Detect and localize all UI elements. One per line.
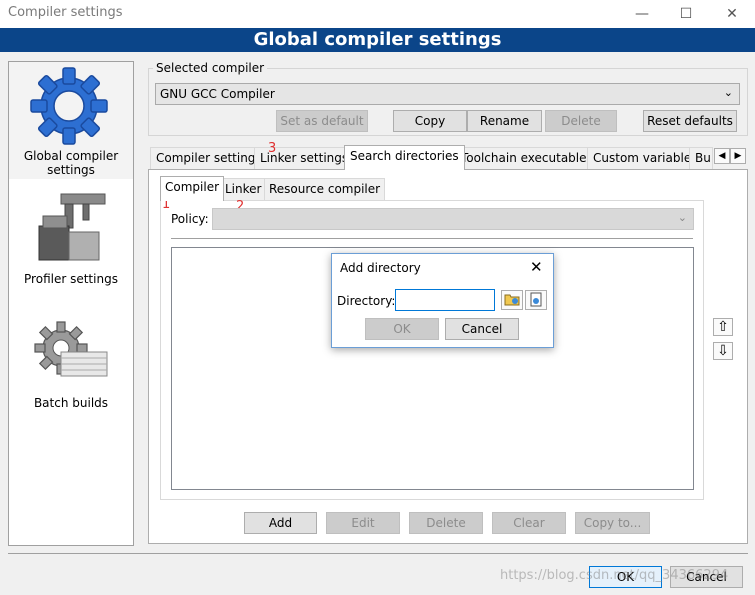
rename-button[interactable]: Rename bbox=[467, 110, 542, 132]
edit-button[interactable]: Edit bbox=[326, 512, 400, 534]
browse-folder-icon[interactable] bbox=[501, 290, 523, 310]
delete-button[interactable]: Delete bbox=[545, 110, 617, 132]
tab-search-directories[interactable]: Search directories bbox=[344, 145, 465, 170]
browse-file-icon[interactable] bbox=[525, 290, 547, 310]
sidebar-item-label: Batch builds bbox=[33, 396, 109, 410]
profiler-icon bbox=[38, 193, 106, 261]
delete-dir-button[interactable]: Delete bbox=[409, 512, 483, 534]
set-as-default-button[interactable]: Set as default bbox=[276, 110, 368, 132]
copy-to-button[interactable]: Copy to... bbox=[575, 512, 650, 534]
annotation-3: 3 bbox=[268, 141, 277, 156]
divider bbox=[171, 238, 693, 239]
move-up-icon[interactable]: ⇧ bbox=[713, 318, 733, 336]
chevron-down-icon: ⌄ bbox=[677, 211, 687, 224]
settings-nav: Global compiler settings Profiler settin… bbox=[8, 61, 134, 546]
dialog-cancel-button[interactable]: Cancel bbox=[445, 318, 519, 340]
tab-scroll-right-icon[interactable]: ▶ bbox=[730, 148, 746, 164]
policy-label: Policy: bbox=[171, 212, 209, 226]
reset-defaults-button[interactable]: Reset defaults bbox=[643, 110, 737, 132]
close-icon[interactable]: ✕ bbox=[718, 4, 746, 24]
tab-build-options[interactable]: Bui bbox=[689, 147, 713, 169]
add-button[interactable]: Add bbox=[244, 512, 317, 534]
dialog-ok-button[interactable]: OK bbox=[365, 318, 439, 340]
sidebar-item-label: Global compiler settings bbox=[23, 149, 119, 177]
directory-label: Directory: bbox=[337, 294, 396, 308]
sidebar-item-global-compiler-settings[interactable]: Global compiler settings bbox=[9, 62, 133, 179]
tab-compiler-settings[interactable]: Compiler settings bbox=[150, 147, 268, 169]
sidebar-item-label: Profiler settings bbox=[24, 272, 118, 286]
sidebar-item-batch-builds[interactable]: Batch builds bbox=[9, 310, 133, 420]
add-directory-dialog: Add directory ✕ Directory: OK Cancel bbox=[331, 253, 554, 348]
gear-icon bbox=[30, 67, 108, 145]
maximize-icon[interactable]: ☐ bbox=[672, 4, 700, 24]
subtab-compiler[interactable]: Compiler bbox=[160, 176, 225, 201]
chevron-down-icon: ⌄ bbox=[723, 86, 733, 99]
window-title: Compiler settings bbox=[8, 5, 123, 20]
clear-button[interactable]: Clear bbox=[492, 512, 566, 534]
subtab-linker[interactable]: Linker bbox=[220, 178, 267, 200]
tab-custom-variables[interactable]: Custom variables bbox=[587, 147, 704, 169]
dialog-title: Add directory bbox=[340, 261, 421, 275]
compiler-select-value: GNU GCC Compiler bbox=[160, 87, 275, 101]
tab-toolchain-executables[interactable]: Toolchain executables bbox=[455, 147, 599, 169]
tab-scroll-left-icon[interactable]: ◀ bbox=[714, 148, 730, 164]
watermark: https://blog.csdn.net/qq_34366294 bbox=[500, 568, 729, 583]
copy-button[interactable]: Copy bbox=[393, 110, 467, 132]
dialog-close-icon[interactable]: ✕ bbox=[530, 258, 543, 276]
footer-divider bbox=[8, 553, 748, 554]
batch-builds-icon bbox=[34, 321, 108, 377]
policy-select[interactable]: ⌄ bbox=[212, 208, 694, 230]
minimize-icon[interactable]: — bbox=[628, 4, 656, 24]
subtab-resource-compiler[interactable]: Resource compiler bbox=[264, 178, 386, 200]
move-down-icon[interactable]: ⇩ bbox=[713, 342, 733, 360]
banner-title: Global compiler settings bbox=[0, 28, 755, 52]
directory-input[interactable] bbox=[395, 289, 495, 311]
selected-compiler-label: Selected compiler bbox=[153, 61, 268, 75]
folder-icon bbox=[504, 294, 520, 306]
document-icon bbox=[530, 292, 542, 307]
compiler-select[interactable]: GNU GCC Compiler ⌄ bbox=[155, 83, 740, 105]
sidebar-item-profiler-settings[interactable]: Profiler settings bbox=[9, 184, 133, 294]
